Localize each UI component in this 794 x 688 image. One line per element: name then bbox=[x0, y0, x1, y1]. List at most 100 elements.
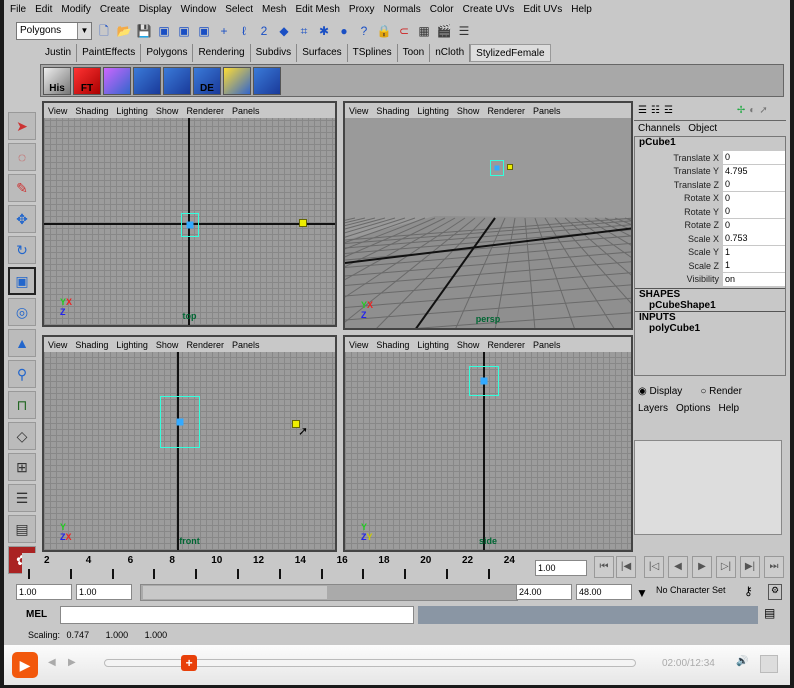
play-forwards-button[interactable]: ▶ bbox=[692, 556, 712, 578]
seek-thumb[interactable]: + bbox=[181, 655, 198, 671]
viewport-persp[interactable]: View Shading Lighting Show Renderer Panels YX… bbox=[343, 101, 633, 330]
channel-box-icon[interactable]: ☰ bbox=[638, 105, 647, 116]
vp-menu-lighting[interactable]: Lighting bbox=[116, 340, 148, 350]
shelf-button-delete-edge[interactable]: DE bbox=[193, 67, 221, 95]
viewport-front[interactable]: View Shading Lighting Show Renderer Panels ➚ … bbox=[42, 335, 337, 552]
universal-manip-icon[interactable]: ◎ bbox=[8, 298, 36, 326]
channel-name[interactable]: Visibility bbox=[635, 274, 723, 284]
select-component-icon[interactable]: ▣ bbox=[196, 23, 212, 39]
play-button[interactable]: ▶ bbox=[12, 652, 38, 678]
vp-menu-shading[interactable]: Shading bbox=[376, 340, 409, 350]
vp-menu-shading[interactable]: Shading bbox=[376, 106, 409, 116]
vp-menu-panels[interactable]: Panels bbox=[232, 106, 260, 116]
vp-menu-view[interactable]: View bbox=[349, 106, 368, 116]
cube-object[interactable] bbox=[181, 213, 199, 237]
range-slider[interactable] bbox=[140, 584, 518, 601]
shelf-button-insert-edge[interactable] bbox=[163, 67, 191, 95]
vp-menu-renderer[interactable]: Renderer bbox=[487, 340, 525, 350]
viewport-canvas[interactable]: ➚ Y ZX front bbox=[44, 352, 335, 550]
menu-layers[interactable]: Layers bbox=[638, 403, 668, 414]
vp-menu-lighting[interactable]: Lighting bbox=[417, 340, 449, 350]
shelf-button-split-tool[interactable] bbox=[133, 67, 161, 95]
channel-value[interactable]: 0.753 bbox=[723, 232, 785, 246]
vp-menu-renderer[interactable]: Renderer bbox=[487, 106, 525, 116]
menu-create[interactable]: Create bbox=[100, 4, 130, 15]
snap-curve-icon[interactable]: ℓ bbox=[236, 23, 252, 39]
shelf-tab[interactable]: Surfaces bbox=[297, 44, 348, 62]
menu-create-uvs[interactable]: Create UVs bbox=[463, 4, 515, 15]
current-time-field[interactable]: 1.00 bbox=[535, 560, 587, 576]
snap-plane-icon[interactable]: ◆ bbox=[276, 23, 292, 39]
menu-help[interactable]: Help bbox=[571, 4, 592, 15]
shelf-tab[interactable]: TSplines bbox=[348, 44, 398, 62]
channel-value[interactable]: 0 bbox=[723, 151, 785, 165]
menu-edit-uvs[interactable]: Edit UVs bbox=[523, 4, 562, 15]
menu-object[interactable]: Object bbox=[688, 123, 717, 134]
paint-select-icon[interactable]: ✎ bbox=[8, 174, 36, 202]
vp-menu-view[interactable]: View bbox=[48, 106, 67, 116]
channel-name[interactable]: Scale Z bbox=[635, 261, 723, 271]
magnet-icon[interactable]: ⊂ bbox=[396, 23, 412, 39]
vp-menu-renderer[interactable]: Renderer bbox=[186, 340, 224, 350]
menu-help[interactable]: Help bbox=[718, 403, 739, 414]
clapper-icon[interactable]: 🎬 bbox=[436, 23, 452, 39]
vp-menu-lighting[interactable]: Lighting bbox=[417, 106, 449, 116]
volume-icon[interactable]: 🔊 bbox=[736, 656, 748, 667]
attribute-icon[interactable]: ☷ bbox=[651, 105, 660, 116]
shelf-button-freeze-transforms[interactable]: FT bbox=[73, 67, 101, 95]
channel-value[interactable]: 0 bbox=[723, 205, 785, 219]
vp-menu-show[interactable]: Show bbox=[156, 106, 179, 116]
channel-value[interactable]: 0 bbox=[723, 218, 785, 232]
step-back-frame-button[interactable]: |◁ bbox=[644, 556, 664, 578]
playback-end-field[interactable]: 24.00 bbox=[516, 584, 572, 600]
channel-value[interactable]: 1 bbox=[723, 259, 785, 273]
menu-proxy[interactable]: Proxy bbox=[349, 4, 375, 15]
prev-icon[interactable]: ◀ bbox=[48, 657, 56, 668]
shelf-button-bevel[interactable] bbox=[253, 67, 281, 95]
select-object-icon[interactable]: ▣ bbox=[176, 23, 192, 39]
layer-editor-icon[interactable]: ☲ bbox=[664, 105, 673, 116]
vp-menu-panels[interactable]: Panels bbox=[232, 340, 260, 350]
channel-name[interactable]: Rotate Y bbox=[635, 207, 723, 217]
channel-name[interactable]: Translate X bbox=[635, 153, 723, 163]
menu-options[interactable]: Options bbox=[676, 403, 710, 414]
soft-mod-icon[interactable]: ▲ bbox=[8, 329, 36, 357]
channel-name[interactable]: Translate Z bbox=[635, 180, 723, 190]
fullscreen-icon[interactable] bbox=[760, 655, 778, 673]
shelf-button-cube-tool[interactable] bbox=[103, 67, 131, 95]
display-radio[interactable]: ◉ Display bbox=[638, 386, 682, 397]
render-radio[interactable]: ○ Render bbox=[700, 386, 742, 397]
render-icon[interactable]: ▦ bbox=[416, 23, 432, 39]
channel-name[interactable]: Translate Y bbox=[635, 166, 723, 176]
next-icon[interactable]: ▶ bbox=[68, 657, 76, 668]
vp-menu-show[interactable]: Show bbox=[457, 106, 480, 116]
input-node[interactable]: polyCube1 bbox=[635, 323, 785, 334]
preferences-icon[interactable]: ⚙ bbox=[768, 584, 782, 600]
two-pane-icon[interactable]: ☰ bbox=[8, 484, 36, 512]
auto-key-icon[interactable]: ⚷ bbox=[744, 584, 753, 598]
step-back-key-button[interactable]: |◀ bbox=[616, 556, 636, 578]
channel-name[interactable]: Scale Y bbox=[635, 247, 723, 257]
channel-value[interactable]: 0 bbox=[723, 178, 785, 192]
vp-menu-view[interactable]: View bbox=[48, 340, 67, 350]
channel-value[interactable]: 4.795 bbox=[723, 164, 785, 178]
menu-modify[interactable]: Modify bbox=[61, 4, 90, 15]
shelf-tab[interactable]: Justin bbox=[40, 44, 78, 62]
vp-menu-renderer[interactable]: Renderer bbox=[186, 106, 224, 116]
menu-window[interactable]: Window bbox=[181, 4, 217, 15]
vp-menu-panels[interactable]: Panels bbox=[533, 106, 561, 116]
character-set-dropdown[interactable]: No Character Set bbox=[656, 585, 726, 595]
channel-name[interactable]: Scale X bbox=[635, 234, 723, 244]
axes-icon[interactable]: ✢ bbox=[737, 105, 745, 116]
move-tool-icon[interactable]: ✥ bbox=[8, 205, 36, 233]
four-pane-icon[interactable]: ⊞ bbox=[8, 453, 36, 481]
shelf-tab[interactable]: Polygons bbox=[141, 44, 194, 62]
last-tool-icon[interactable]: ⊓ bbox=[8, 391, 36, 419]
menu-normals[interactable]: Normals bbox=[383, 4, 420, 15]
range-slider-handle[interactable] bbox=[143, 586, 327, 599]
channel-value[interactable]: on bbox=[723, 272, 785, 286]
sphere-icon[interactable]: ● bbox=[336, 23, 352, 39]
arrow-icon[interactable]: ➚ bbox=[759, 105, 767, 116]
menu-channels[interactable]: Channels bbox=[638, 123, 680, 134]
vp-menu-show[interactable]: Show bbox=[457, 340, 480, 350]
